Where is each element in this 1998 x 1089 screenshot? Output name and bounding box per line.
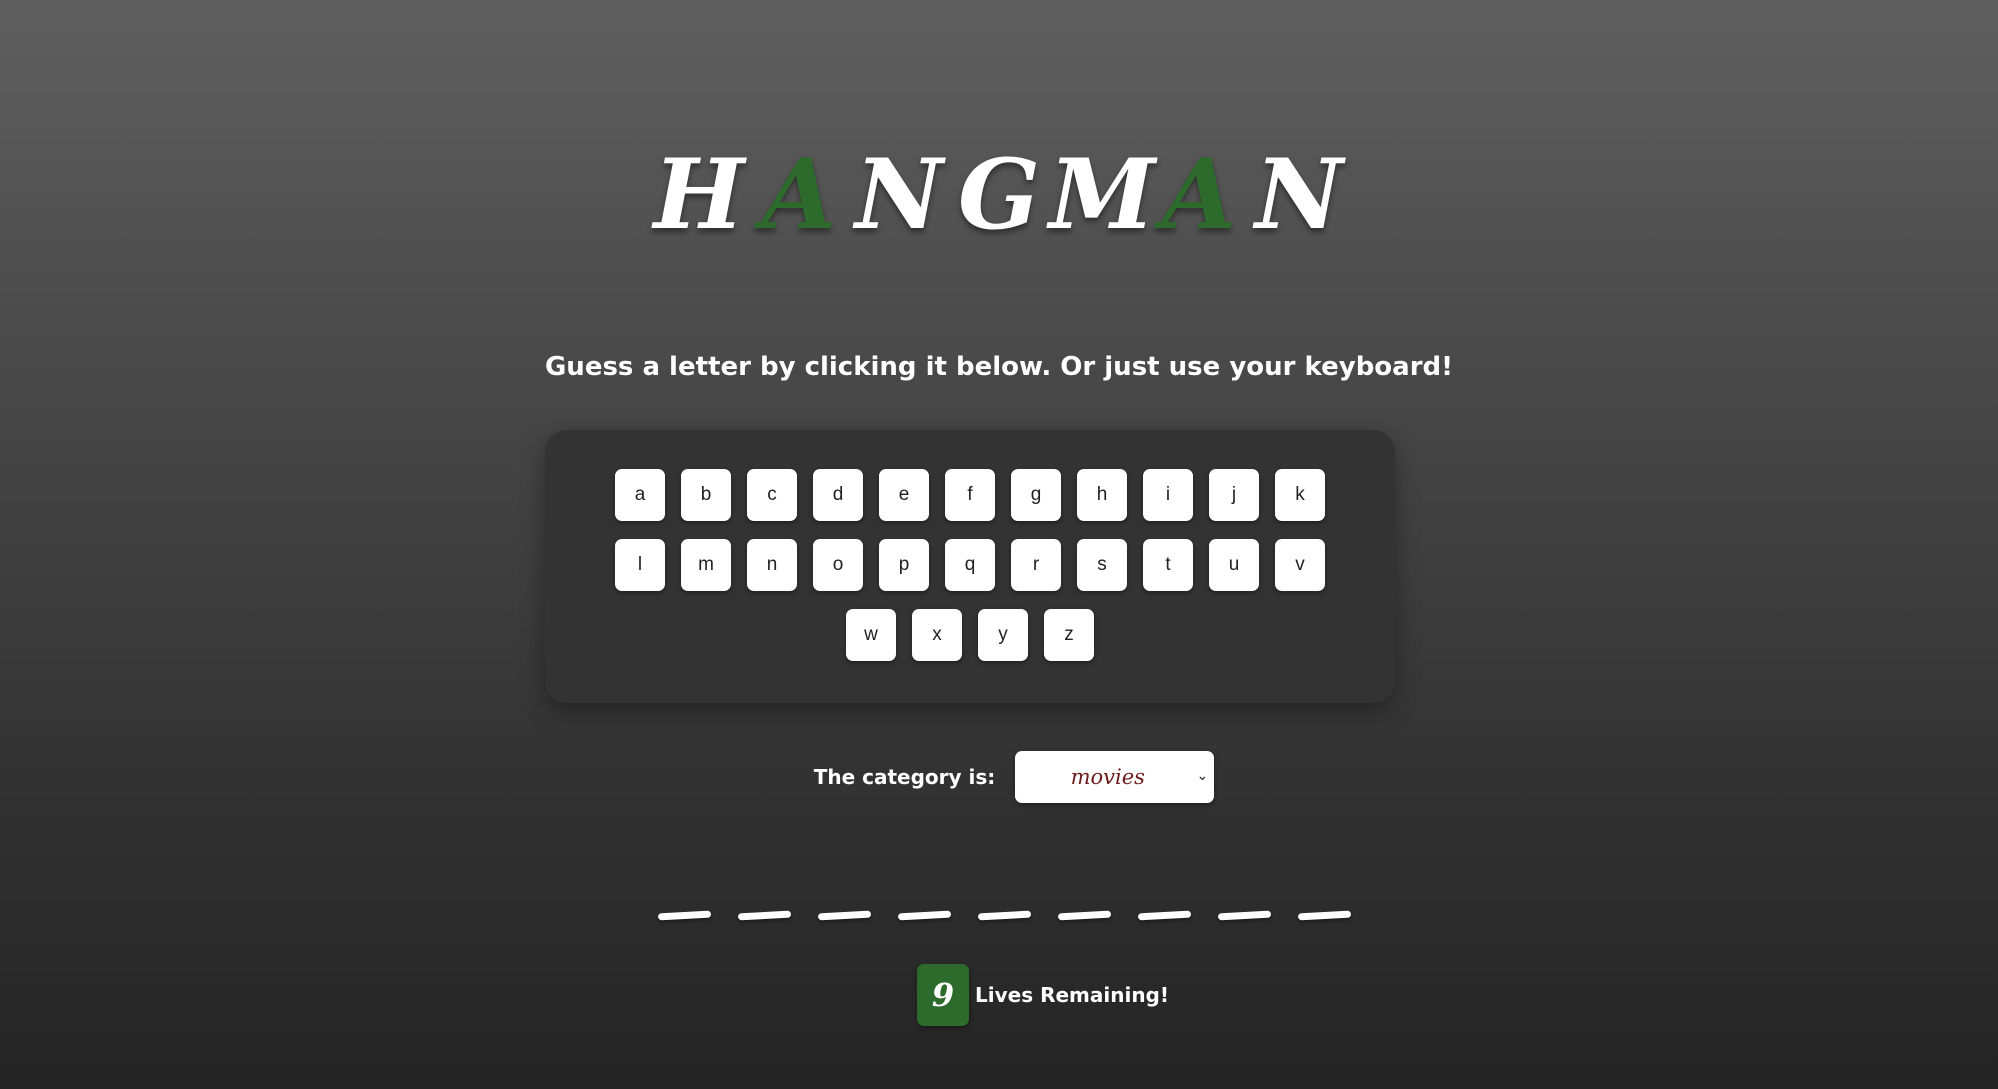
letter-blank <box>1137 910 1191 921</box>
letter-key-k[interactable]: k <box>1275 469 1325 521</box>
chevron-down-icon: ⌄ <box>1196 767 1209 783</box>
category-selected-value: movies <box>1070 765 1145 789</box>
letter-key-s[interactable]: s <box>1077 539 1127 591</box>
letter-key-r[interactable]: r <box>1011 539 1061 591</box>
letter-key-n[interactable]: n <box>747 539 797 591</box>
letter-blank <box>1217 910 1271 921</box>
category-dropdown[interactable]: movies ⌄ <box>1015 751 1215 803</box>
letter-key-g[interactable]: g <box>1011 469 1061 521</box>
word-blanks <box>0 910 1998 921</box>
letter-key-y[interactable]: y <box>978 609 1028 661</box>
letter-key-d[interactable]: d <box>813 469 863 521</box>
letter-blank <box>1057 910 1111 921</box>
title-letter: N <box>1255 138 1343 251</box>
letter-key-w[interactable]: w <box>846 609 896 661</box>
title-letter: A <box>761 138 837 251</box>
letter-key-l[interactable]: l <box>615 539 665 591</box>
letter-key-b[interactable]: b <box>681 469 731 521</box>
lives-section: 9 Lives Remaining! <box>0 964 1998 1026</box>
title-letter: M <box>1049 138 1156 251</box>
letter-blank <box>1297 910 1351 921</box>
title-letter: N <box>855 138 943 251</box>
lives-count-badge: 9 <box>917 964 969 1026</box>
letter-keyboard: abcdefghijk lmnopqrstuv wxyz <box>545 430 1395 703</box>
letter-key-o[interactable]: o <box>813 539 863 591</box>
letter-key-i[interactable]: i <box>1143 469 1193 521</box>
letter-key-f[interactable]: f <box>945 469 995 521</box>
letter-key-x[interactable]: x <box>912 609 962 661</box>
letter-key-h[interactable]: h <box>1077 469 1127 521</box>
letter-blank <box>897 910 951 921</box>
letter-key-m[interactable]: m <box>681 539 731 591</box>
game-title: H A N G M A N <box>0 140 1998 250</box>
letter-blank <box>817 910 871 921</box>
letter-key-v[interactable]: v <box>1275 539 1325 591</box>
letter-key-c[interactable]: c <box>747 469 797 521</box>
keyboard-row: abcdefghijk <box>545 469 1395 521</box>
lives-label: Lives Remaining! <box>975 983 1169 1007</box>
letter-key-z[interactable]: z <box>1044 609 1094 661</box>
letter-blank <box>657 910 711 921</box>
instructions-text: Guess a letter by clicking it below. Or … <box>544 352 1454 382</box>
title-letter: H <box>653 138 745 251</box>
keyboard-row: lmnopqrstuv <box>545 539 1395 591</box>
keyboard-row: wxyz <box>545 609 1395 661</box>
category-section: The category is: movies ⌄ <box>0 751 1998 803</box>
category-label: The category is: <box>813 765 996 789</box>
letter-key-u[interactable]: u <box>1209 539 1259 591</box>
letter-blank <box>737 910 791 921</box>
letter-key-a[interactable]: a <box>615 469 665 521</box>
letter-key-e[interactable]: e <box>879 469 929 521</box>
letter-key-j[interactable]: j <box>1209 469 1259 521</box>
letter-key-p[interactable]: p <box>879 539 929 591</box>
title-letter: A <box>1161 138 1237 251</box>
letter-blank <box>977 910 1031 921</box>
letter-key-t[interactable]: t <box>1143 539 1193 591</box>
title-letter: G <box>958 138 1040 251</box>
letter-key-q[interactable]: q <box>945 539 995 591</box>
